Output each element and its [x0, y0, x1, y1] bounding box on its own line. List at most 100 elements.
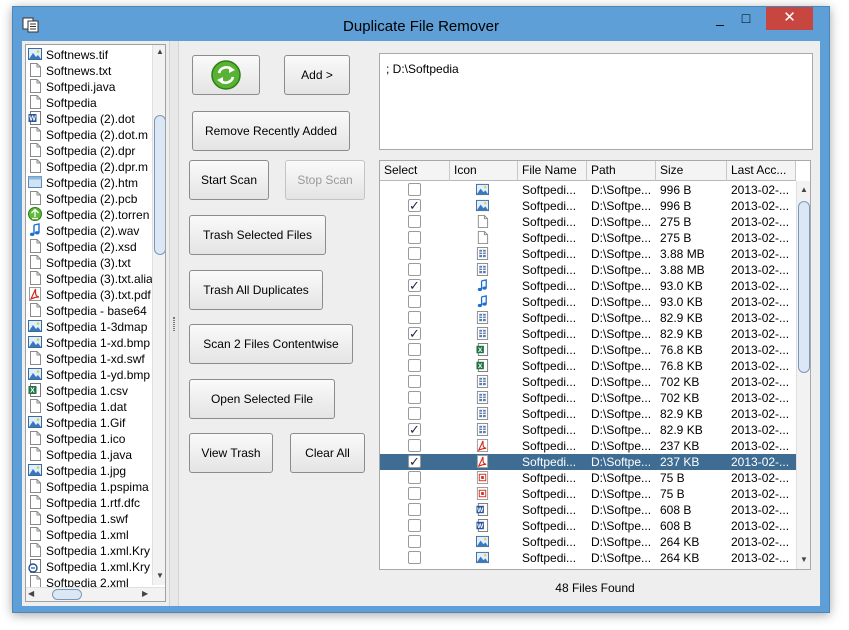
select-checkbox[interactable] — [408, 551, 421, 564]
file-list-item[interactable]: Softpedia 1-yd.bmp — [28, 367, 165, 383]
start-scan-button[interactable]: Start Scan — [189, 160, 269, 200]
table-row[interactable]: Softpedi... D:\Softpe... 702 KB 2013-02-... — [380, 390, 796, 406]
file-list-item[interactable]: Softpedia (2).torren — [28, 207, 165, 223]
column-header-file-name[interactable]: File Name — [518, 161, 587, 181]
duplicates-table[interactable]: Select Icon File Name Path Size Last Acc… — [379, 160, 811, 570]
column-header-size[interactable]: Size — [656, 161, 727, 181]
select-checkbox[interactable] — [408, 295, 421, 308]
file-list-item[interactable]: Softpedia 1-xd.swf — [28, 351, 165, 367]
refresh-button[interactable] — [192, 55, 260, 95]
table-row[interactable]: Softpedi... D:\Softpe... 82.9 KB 2013-02-..… — [380, 310, 796, 326]
scan-contentwise-button[interactable]: Scan 2 Files Contentwise — [189, 324, 353, 364]
remove-recently-added-button[interactable]: Remove Recently Added — [192, 111, 350, 151]
table-row[interactable]: Softpedi... D:\Softpe... 275 B 2013-02-... — [380, 230, 796, 246]
table-row[interactable]: Softpedi... D:\Softpe... 237 KB 2013-02-... — [380, 438, 796, 454]
file-list-horizontal-scrollbar[interactable]: ◀ ▶ — [26, 587, 165, 601]
select-checkbox[interactable] — [408, 471, 421, 484]
table-row[interactable]: Softpedi... D:\Softpe... 93.0 KB 2013-02-..… — [380, 294, 796, 310]
file-list-item[interactable]: Softpedia (2).wav — [28, 223, 165, 239]
table-row[interactable]: Softpedi... D:\Softpe... 82.9 KB 2013-02-..… — [380, 406, 796, 422]
column-header-path[interactable]: Path — [587, 161, 656, 181]
table-row[interactable]: ✓ Softpedi... D:\Softpe... 237 KB 2013-02-..… — [380, 454, 796, 470]
table-row[interactable]: W Softpedi... D:\Softpe... 608 B 2013-02-... — [380, 502, 796, 518]
file-list-item[interactable]: Softpedia 1.xml.Kry — [28, 543, 165, 559]
select-checkbox-checked[interactable]: ✓ — [408, 455, 421, 468]
view-trash-button[interactable]: View Trash — [189, 433, 273, 473]
table-row[interactable]: Softpedi... D:\Softpe... 3.88 MB 2013-02-..… — [380, 246, 796, 262]
table-vertical-scrollbar[interactable]: ▲ ▼ — [796, 181, 810, 569]
table-row[interactable]: Softpedi... D:\Softpe... 264 KB 2013-02-... — [380, 534, 796, 550]
select-checkbox[interactable] — [408, 359, 421, 372]
select-checkbox[interactable] — [408, 343, 421, 356]
file-list-item[interactable]: Softpedia 1.dat — [28, 399, 165, 415]
select-checkbox[interactable] — [408, 407, 421, 420]
close-button[interactable]: ✕ — [766, 7, 813, 30]
file-list-item[interactable]: Softpedi.java — [28, 79, 165, 95]
file-list-vertical-scrollbar[interactable]: ▲ ▼ — [152, 45, 165, 585]
file-list-item[interactable]: Softpedia (2).htm — [28, 175, 165, 191]
table-row[interactable]: ✓ Softpedi... D:\Softpe... 996 B 2013-02-... — [380, 198, 796, 214]
column-header-icon[interactable]: Icon — [450, 161, 518, 181]
file-list-item[interactable]: Softpedia 1.xml.Kry — [28, 559, 165, 575]
column-header-select[interactable]: Select — [380, 161, 450, 181]
table-scroll-up-icon[interactable]: ▲ — [800, 185, 808, 195]
select-checkbox-checked[interactable]: ✓ — [408, 199, 421, 212]
pane-splitter[interactable] — [169, 41, 179, 606]
file-list-item[interactable]: Softpedia 1.swf — [28, 511, 165, 527]
file-list-item[interactable]: Softpedia (3).txt.alia — [28, 271, 165, 287]
select-checkbox[interactable] — [408, 311, 421, 324]
splitter-grip-icon[interactable] — [173, 317, 175, 331]
table-row[interactable]: Softpedi... D:\Softpe... 75 B 2013-02-... — [380, 470, 796, 486]
table-row[interactable]: ✓ Softpedi... D:\Softpe... 82.9 KB 2013-02-.… — [380, 422, 796, 438]
select-checkbox[interactable] — [408, 247, 421, 260]
clear-all-button[interactable]: Clear All — [290, 433, 365, 473]
select-checkbox-checked[interactable]: ✓ — [408, 327, 421, 340]
scroll-right-icon[interactable]: ▶ — [142, 589, 148, 599]
select-checkbox[interactable] — [408, 215, 421, 228]
table-row[interactable]: X Softpedi... D:\Softpe... 76.8 KB 2013-02-.… — [380, 342, 796, 358]
table-row[interactable]: Softpedi... D:\Softpe... 275 B 2013-02-... — [380, 214, 796, 230]
file-list-item[interactable]: Softpedia (3).txt.pdf — [28, 287, 165, 303]
file-list-item[interactable]: Softpedia — [28, 95, 165, 111]
scroll-left-icon[interactable]: ◀ — [28, 589, 34, 599]
file-list-item[interactable]: Softpedia 1.ico — [28, 431, 165, 447]
table-row[interactable]: X Softpedi... D:\Softpe... 76.8 KB 2013-02-.… — [380, 358, 796, 374]
file-list-item[interactable]: W Softpedia (2).dot — [28, 111, 165, 127]
table-row[interactable]: Softpedi... D:\Softpe... 3.88 MB 2013-02-..… — [380, 262, 796, 278]
select-checkbox[interactable] — [408, 519, 421, 532]
table-row[interactable]: Softpedi... D:\Softpe... 75 B 2013-02-... — [380, 486, 796, 502]
maximize-button[interactable]: □ — [733, 7, 759, 30]
file-list-item[interactable]: Softpedia (2).dpr.m — [28, 159, 165, 175]
select-checkbox[interactable] — [408, 375, 421, 388]
table-row[interactable]: Softpedi... D:\Softpe... 702 KB 2013-02-... — [380, 374, 796, 390]
file-list-item[interactable]: Softpedia 1.xml — [28, 527, 165, 543]
table-row[interactable]: Softpedi... D:\Softpe... 996 B 2013-02-... — [380, 182, 796, 198]
scroll-down-icon[interactable]: ▼ — [156, 571, 164, 581]
file-list-item[interactable]: Softpedia 1.java — [28, 447, 165, 463]
folder-path-box[interactable]: ; D:\Softpedia — [379, 53, 813, 150]
table-row[interactable]: W Softpedi... D:\Softpe... 608 B 2013-02-... — [380, 518, 796, 534]
file-list-item[interactable]: Softpedia (3).txt — [28, 255, 165, 271]
select-checkbox[interactable] — [408, 263, 421, 276]
file-list-item[interactable]: Softpedia - base64 — [28, 303, 165, 319]
table-scroll-down-icon[interactable]: ▼ — [800, 555, 808, 565]
file-list-item[interactable]: Softpedia 1.rtf.dfc — [28, 495, 165, 511]
file-list-item[interactable]: Softpedia 1.jpg — [28, 463, 165, 479]
file-list-scroll-thumb[interactable] — [154, 115, 165, 255]
select-checkbox[interactable] — [408, 487, 421, 500]
file-list-item[interactable]: Softpedia 1-xd.bmp — [28, 335, 165, 351]
add-button[interactable]: Add > — [284, 55, 350, 95]
minimize-button[interactable]: _ — [707, 7, 733, 30]
trash-selected-files-button[interactable]: Trash Selected Files — [189, 215, 326, 255]
select-checkbox[interactable] — [408, 439, 421, 452]
title-bar[interactable]: Duplicate File Remover _ □ ✕ — [13, 7, 829, 41]
file-list-item[interactable]: Softpedia 1.Gif — [28, 415, 165, 431]
table-row[interactable]: Softpedi... D:\Softpe... 264 KB 2013-02-... — [380, 550, 796, 566]
column-header-last-access[interactable]: Last Acc... — [727, 161, 796, 181]
select-checkbox[interactable] — [408, 391, 421, 404]
table-scroll-thumb[interactable] — [798, 201, 810, 373]
stop-scan-button[interactable]: Stop Scan — [285, 160, 365, 200]
file-list[interactable]: Softpedia 2.xml Softpedia 1.xml.Kry Softpe… — [25, 44, 166, 602]
file-list-hscroll-thumb[interactable] — [52, 589, 82, 600]
file-list-item[interactable]: Softpedia (2).dot.m — [28, 127, 165, 143]
